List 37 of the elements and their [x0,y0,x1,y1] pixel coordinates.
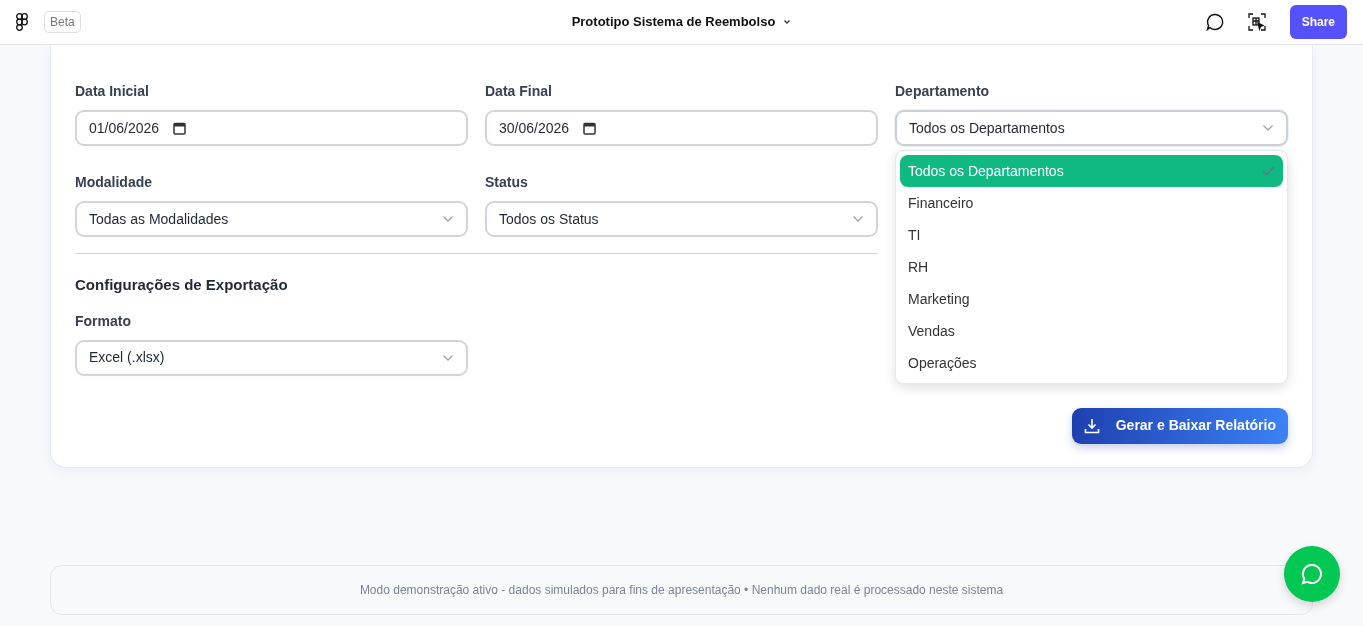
select-field[interactable]: Todos os Departamentos [895,110,1288,146]
chat-icon [1300,562,1324,586]
calendar-icon[interactable] [583,121,597,135]
chevron-down-icon [442,215,454,223]
date-field[interactable]: 01/06/2026 [75,110,468,146]
field-label: Departamento [895,82,991,101]
prototype-title: Prototipo Sistema de Reembolso [571,13,776,32]
chevron-down-icon[interactable] [783,19,792,25]
calendar-icon[interactable] [173,121,187,135]
download-icon [1083,417,1100,434]
format-select[interactable]: Excel (.xlsx) [75,339,468,376]
field-label: Formato [75,311,132,331]
date-field[interactable]: 30/06/2026 [485,110,878,146]
beta-badge: Beta [44,11,81,33]
select-field[interactable]: Todos os Status [485,201,878,237]
comment-icon[interactable] [1205,13,1224,31]
dropdown-option[interactable]: Marketing [900,283,1283,315]
chevron-down-icon [442,353,454,362]
field-label: Data Final [485,82,553,101]
demo-notice: Modo demonstração ativo - dados simulados para fins de apresentação • Nenhum dado real é processado neste sistema [359,581,1004,599]
check-icon [1262,166,1275,176]
dropdown-option[interactable]: Operações [900,347,1283,379]
select-field[interactable]: Todas as Modalidades [75,201,468,237]
dropdown-option[interactable]: TI [900,219,1283,251]
generate-report-button[interactable]: Gerar e Baixar Relatório [1071,407,1288,444]
field-label: Data Inicial [75,82,150,101]
share-button[interactable]: Share [1289,5,1347,39]
field-label: Modalidade [75,173,153,192]
section-title: Configurações de Exportação [75,275,289,295]
dropdown-option[interactable]: RH [900,251,1283,283]
inspect-icon[interactable] [1247,13,1266,31]
dropdown-option[interactable]: Financeiro [900,187,1283,219]
dropdown-option[interactable]: Vendas [900,315,1283,347]
chevron-down-icon [1262,124,1274,132]
figma-logo-icon[interactable] [16,13,28,31]
chevron-down-icon [852,215,864,223]
field-label: Status [485,173,529,192]
